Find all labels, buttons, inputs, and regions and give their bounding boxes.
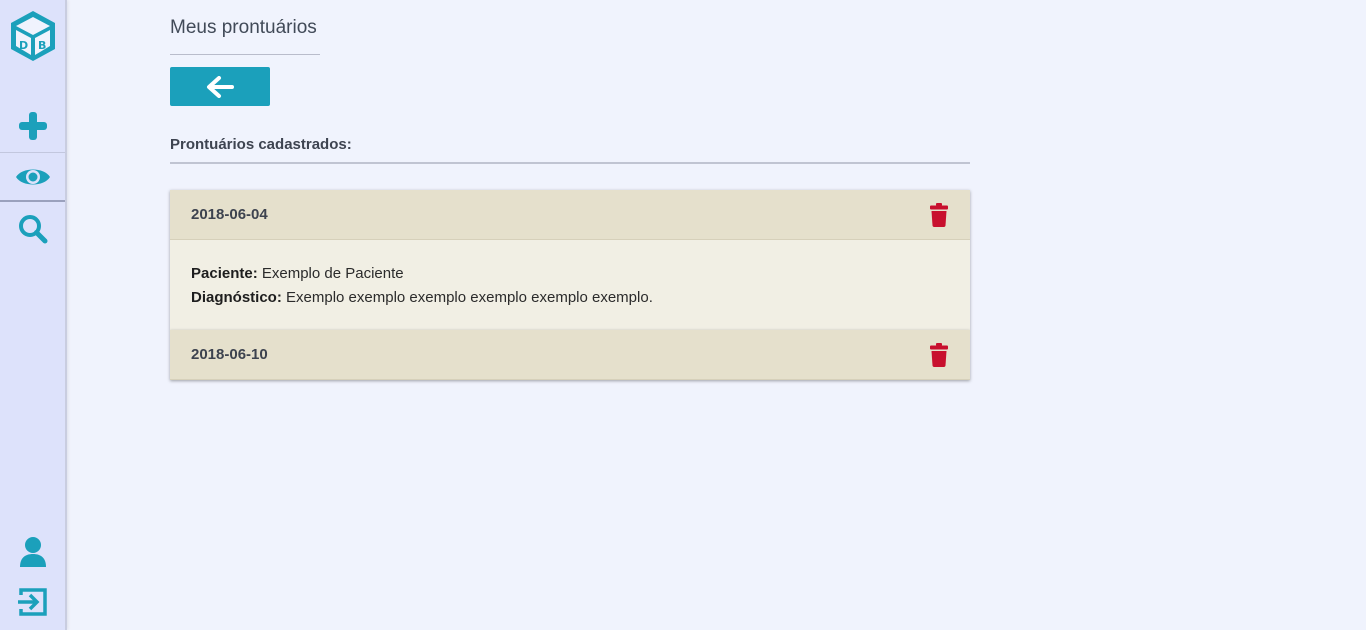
search-button[interactable] <box>0 204 65 254</box>
view-button[interactable] <box>0 152 65 202</box>
svg-text:B: B <box>38 39 46 52</box>
trash-icon <box>930 202 948 227</box>
user-icon <box>19 537 46 567</box>
diagnosis-text: Exemplo exemplo exemplo exemplo exemplo … <box>286 289 653 306</box>
patient-name: Exemplo de Paciente <box>261 265 404 282</box>
plus-icon <box>18 112 47 140</box>
delete-record-button[interactable] <box>930 202 948 227</box>
patient-line: Paciente: Exemplo de Paciente <box>191 262 949 286</box>
diagnosis-label: Diagnóstico: <box>191 289 282 306</box>
logout-icon <box>17 588 47 616</box>
sidebar: D B <box>0 0 67 630</box>
record-header[interactable]: 2018-06-04 <box>170 190 970 240</box>
record-date: 2018-06-10 <box>191 346 268 363</box>
record-date: 2018-06-04 <box>191 206 268 223</box>
arrow-left-icon <box>207 75 234 98</box>
title-divider <box>170 54 320 55</box>
app-logo[interactable]: D B <box>0 8 65 64</box>
record-card: 2018-06-10 <box>170 330 970 380</box>
logout-button[interactable] <box>0 578 65 626</box>
logo-icon: D B <box>10 11 55 61</box>
page-title: Meus prontuários <box>170 17 317 38</box>
record-card: 2018-06-04 Paciente: Exemplo de Paciente… <box>170 190 970 330</box>
patient-label: Paciente: <box>191 265 258 282</box>
eye-icon <box>15 169 50 184</box>
profile-button[interactable] <box>0 528 65 576</box>
section-divider <box>170 162 970 164</box>
back-button[interactable] <box>170 67 270 106</box>
add-button[interactable] <box>0 101 65 151</box>
trash-icon <box>930 342 948 367</box>
section-label: Prontuários cadastrados: <box>170 136 352 153</box>
delete-record-button[interactable] <box>930 342 948 367</box>
search-icon <box>18 215 47 244</box>
record-details: Paciente: Exemplo de Paciente Diagnóstic… <box>170 240 970 330</box>
record-header[interactable]: 2018-06-10 <box>170 330 970 380</box>
svg-text:D: D <box>19 39 28 52</box>
diagnosis-line: Diagnóstico: Exemplo exemplo exemplo exe… <box>191 286 949 310</box>
